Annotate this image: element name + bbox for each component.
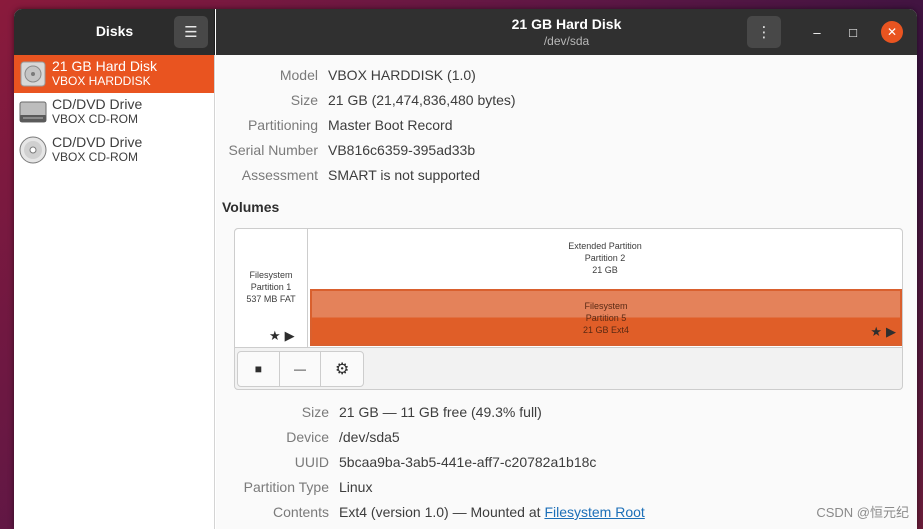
drive-name: CD/DVD Drive (52, 134, 143, 150)
field-label: Device (286, 429, 329, 445)
partition-size-label: 21 GB (592, 265, 618, 275)
drive-details: Model VBOX HARDDISK (1.0) Size 21 GB (21… (216, 55, 917, 529)
field-label: Partitioning (247, 117, 318, 133)
partition-badges: ★▶ (870, 324, 900, 339)
field-value: VBOX HARDDISK (1.0) (328, 67, 476, 83)
volumes-heading: Volumes (222, 199, 280, 215)
field-value: Ext4 (version 1.0) — Mounted at Filesyst… (339, 502, 645, 522)
partition-badges: ★▶ (269, 328, 299, 343)
extended-partition-block[interactable]: Extended Partition Partition 2 21 GB (308, 229, 902, 287)
field-value: 21 GB (21,474,836,480 bytes) (328, 92, 516, 108)
disk-model-row: Model VBOX HARDDISK (1.0) (216, 65, 917, 85)
hard-disk-icon (18, 59, 48, 89)
partition-type-label: Filesystem (249, 270, 293, 280)
partition-number-label: Partition 1 (250, 282, 292, 292)
field-label: Serial Number (228, 142, 318, 158)
drive-model: VBOX CD-ROM (52, 112, 139, 126)
field-label: Size (301, 404, 329, 420)
field-label: Partition Type (243, 479, 329, 495)
volumes-panel: Filesystem Partition 1 537 MB FAT ★▶ Ext… (234, 228, 903, 390)
field-value: Master Boot Record (328, 117, 453, 133)
drive-name: 21 GB Hard Disk (52, 58, 158, 74)
volume-toolbar: ■ — ⚙ (237, 351, 364, 387)
delete-partition-button[interactable]: — (280, 352, 322, 386)
stop-icon: ■ (254, 362, 262, 376)
field-value: Linux (339, 479, 373, 495)
partition-5-block[interactable]: Filesystem Partition 5 21 GB Ext4 ★▶ (310, 289, 902, 346)
volume-device-row: Device /dev/sda5 (216, 427, 917, 447)
contents-text: Ext4 (version 1.0) — Mounted at (339, 504, 545, 520)
disk-partitioning-row: Partitioning Master Boot Record (216, 115, 917, 135)
field-value: 5bcaa9ba-3ab5-441e-aff7-c20782a1b18c (339, 454, 597, 470)
volume-map: Filesystem Partition 1 537 MB FAT ★▶ Ext… (235, 229, 902, 348)
drive-item-cd-dvd-2[interactable]: CD/DVD Drive VBOX CD-ROM (14, 131, 214, 169)
field-value: SMART is not supported (328, 167, 481, 183)
sidebar-header: Disks ☰ (14, 9, 215, 55)
volume-contents-row: Contents Ext4 (version 1.0) — Mounted at… (216, 502, 917, 522)
partition-type-label: Extended Partition (568, 241, 642, 251)
drive-name: CD/DVD Drive (52, 96, 143, 112)
window-title: 21 GB Hard Disk (511, 16, 622, 32)
drive-model: VBOX CD-ROM (52, 150, 139, 164)
drive-item-hard-disk[interactable]: 21 GB Hard Disk VBOX HARDDISK (14, 55, 214, 93)
minus-icon: — (294, 362, 306, 376)
disks-window: Disks ☰ ⋮ – □ ✕ 21 GB Hard Disk /dev/sda (14, 9, 917, 529)
partition-type-label: Filesystem (584, 301, 628, 311)
disk-assessment-row: Assessment SMART is not supported (216, 165, 917, 185)
partition-1-block[interactable]: Filesystem Partition 1 537 MB FAT ★▶ (235, 229, 308, 347)
field-label: UUID (294, 454, 329, 470)
disk-size-row: Size 21 GB (21,474,836,480 bytes) (216, 90, 917, 110)
field-value: /dev/sda5 (339, 429, 400, 445)
watermark: CSDN @恒元纪 (816, 505, 909, 520)
partition-number-label: Partition 2 (584, 253, 626, 263)
volume-size-row: Size 21 GB — 11 GB free (49.3% full) (216, 402, 917, 422)
field-value: 21 GB — 11 GB free (49.3% full) (339, 404, 542, 420)
window-subtitle: /dev/sda (543, 34, 590, 48)
field-label: Contents (272, 504, 329, 520)
field-label: Model (279, 67, 318, 83)
unmount-button[interactable]: ■ (238, 352, 280, 386)
partition-number-label: Partition 5 (585, 313, 627, 323)
mount-point-link[interactable]: Filesystem Root (544, 504, 644, 520)
field-value: VB816c6359-395ad33b (328, 142, 476, 158)
volume-uuid-row: UUID 5bcaa9ba-3ab5-441e-aff7-c20782a1b18… (216, 452, 917, 472)
volume-partition-type-row: Partition Type Linux (216, 477, 917, 497)
drive-model: VBOX HARDDISK (52, 74, 151, 88)
disk-serial-row: Serial Number VB816c6359-395ad33b (216, 140, 917, 160)
drive-item-cd-dvd-1[interactable]: CD/DVD Drive VBOX CD-ROM (14, 93, 214, 131)
partition-size-label: 21 GB Ext4 (582, 325, 630, 335)
hamburger-menu-icon: ☰ (184, 24, 198, 41)
optical-drive-icon (18, 97, 48, 127)
gears-icon: ⚙ (335, 361, 350, 378)
app-menu-button[interactable]: ☰ (174, 16, 208, 48)
field-label: Assessment (241, 167, 318, 183)
optical-disc-icon (18, 135, 48, 165)
drive-list: 21 GB Hard Disk VBOX HARDDISK CD/DVD Dri… (14, 55, 215, 529)
field-label: Size (290, 92, 318, 108)
partition-options-button[interactable]: ⚙ (321, 352, 363, 386)
partition-size-label: 537 MB FAT (246, 294, 296, 304)
